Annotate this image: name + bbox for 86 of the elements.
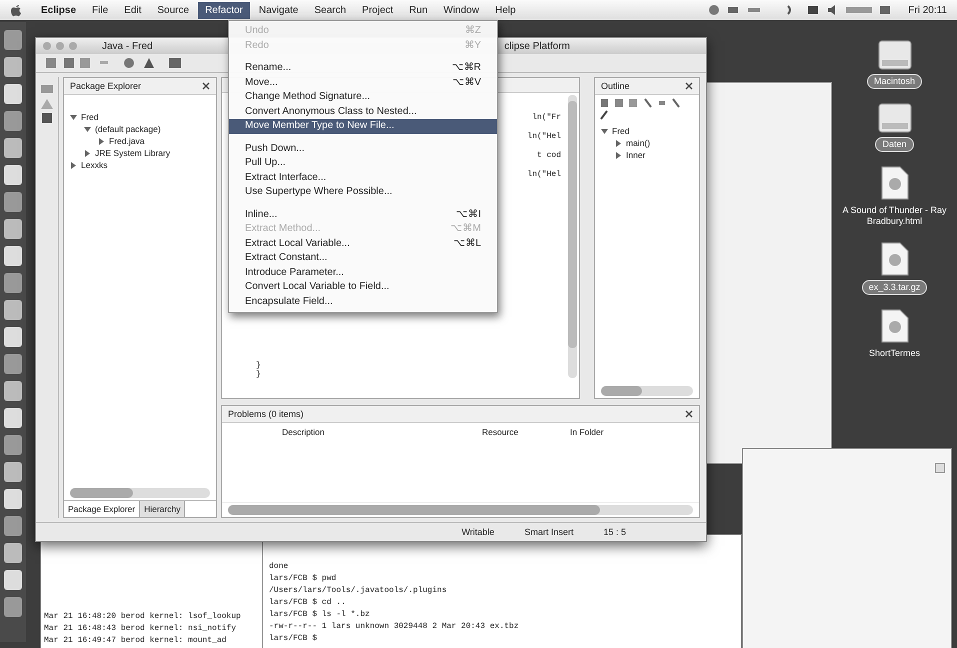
column-header[interactable]: Resource [482, 427, 570, 437]
tree-item[interactable]: Fred.java [109, 136, 144, 146]
code-line: t cod [536, 151, 561, 160]
view-tab[interactable]: Problems (0 items) [228, 409, 304, 419]
menu-item[interactable]: Refactor [198, 2, 250, 18]
column-header[interactable]: In Folder [570, 427, 604, 437]
menu-item[interactable]: Pull Up... [229, 156, 497, 170]
tree-item[interactable]: main() [626, 138, 650, 148]
terminal-line: lars/FCB $ ls -l *.bz [269, 609, 371, 621]
expanded-arrow-icon[interactable] [601, 128, 608, 134]
menu-item[interactable]: Navigate [252, 2, 306, 18]
code-line: ln("Fr [532, 113, 561, 122]
document-icon[interactable] [880, 166, 908, 200]
menu-item[interactable]: Use Supertype Where Possible... [229, 185, 497, 200]
menu-item[interactable]: Move... ⌥⌘V [229, 76, 497, 90]
menu-item[interactable]: Move Member Type to New File... [229, 119, 497, 134]
scrollbar-thumb[interactable] [601, 386, 642, 396]
scrollbar-thumb[interactable] [568, 101, 577, 348]
terminal-line: lars/FCB $ cd .. [269, 597, 347, 609]
view-tab[interactable]: Hierarchy [140, 501, 186, 517]
menu-item[interactable]: Introduce Parameter... [229, 266, 497, 280]
menu-item[interactable]: Extract Constant... [229, 251, 497, 266]
status-text: Smart Insert [524, 527, 574, 537]
log-line: Mar 21 16:49:47 berod kernel: mount_ad [44, 635, 228, 647]
terminal-line: lars/FCB $ pwd [269, 573, 338, 585]
tree-item[interactable]: Inner [626, 150, 646, 160]
menu-item[interactable]: Inline... ⌥⌘I [229, 208, 497, 222]
terminal-line: /Users/lars/Tools/.javatools/.plugins [269, 585, 448, 597]
tree-item[interactable]: JRE System Library [95, 148, 170, 158]
menu-item[interactable]: Search [307, 2, 354, 18]
collapsed-arrow-icon[interactable] [84, 150, 91, 156]
clock[interactable]: Fri 20:11 [900, 4, 951, 16]
menu-item[interactable]: Convert Anonymous Class to Nested... [229, 104, 497, 119]
icon-label[interactable]: Macintosh [866, 74, 922, 89]
status-text: Writable [462, 527, 494, 537]
apple-icon[interactable] [10, 4, 22, 16]
terminal-line: lars/FCB $ [269, 633, 318, 645]
menu-item[interactable]: Source [150, 2, 196, 18]
scrollbar-thumb[interactable] [70, 488, 133, 498]
close-icon[interactable] [685, 410, 693, 418]
expanded-arrow-icon[interactable] [84, 126, 91, 132]
icon-label[interactable]: ex_3.3.tar.gz [862, 280, 928, 295]
menu-item[interactable]: Convert Local Variable to Field... [229, 280, 497, 294]
menu-item[interactable]: Window [436, 2, 486, 18]
menu-item[interactable]: File [85, 2, 116, 18]
close-icon[interactable] [685, 82, 693, 90]
terminal-line: done [269, 561, 290, 573]
column-header[interactable]: Description [282, 427, 482, 437]
expanded-arrow-icon[interactable] [70, 114, 77, 120]
view-tab[interactable]: Outline [601, 81, 630, 91]
icon-label[interactable]: A Sound of Thunder - Ray Bradbury.html [834, 204, 954, 228]
code-line: } [256, 370, 262, 379]
tree-item[interactable]: Fred [81, 112, 98, 122]
terminal-line: -rw-r--r-- 1 lars unknown 3029448 2 Mar 20:43 ex.tbz [269, 621, 520, 633]
menu-item[interactable]: Change Method Signature... [229, 90, 497, 104]
menu-item[interactable]: Push Down... [229, 142, 497, 156]
log-line: Mar 21 16:48:20 berod kernel: lsof_lookup [44, 611, 242, 623]
collapsed-arrow-icon[interactable] [615, 140, 622, 146]
tree-item[interactable]: Lexxks [81, 160, 108, 170]
window-title: Java - Fred [102, 40, 153, 52]
window-title: clipse Platform [504, 40, 570, 52]
code-line: ln("Hel [527, 170, 561, 179]
collapsed-arrow-icon[interactable] [98, 138, 105, 144]
menu-item[interactable]: Help [488, 2, 523, 18]
close-icon[interactable] [202, 82, 210, 90]
log-line: Mar 21 16:48:43 berod kernel: nsi_notify [44, 623, 238, 635]
tree-item[interactable]: Fred [612, 126, 630, 136]
collapsed-arrow-icon[interactable] [70, 162, 77, 168]
document-icon[interactable] [880, 309, 908, 343]
icon-label[interactable]: ShortTermes [862, 347, 926, 360]
code-line: } [256, 361, 262, 370]
menu-item[interactable]: Rename... ⌥⌘R [229, 61, 497, 76]
menu-item[interactable]: Extract Local Variable... ⌥⌘L [229, 236, 497, 251]
icon-label[interactable]: Daten [875, 137, 914, 152]
status-text: 15 : 5 [603, 527, 626, 537]
menu-item[interactable]: Encapsulate Field... [229, 294, 497, 309]
document-icon[interactable] [880, 242, 908, 276]
menu-item[interactable]: Eclipse [34, 2, 84, 18]
tree-item[interactable]: (default package) [95, 124, 161, 134]
menu-item[interactable]: Project [355, 2, 400, 18]
code-line: ln("Hel [527, 132, 561, 141]
menu-item[interactable]: Edit [117, 2, 148, 18]
collapsed-arrow-icon[interactable] [615, 152, 622, 158]
menu-item[interactable]: Extract Interface... [229, 170, 497, 185]
scrollbar-thumb[interactable] [228, 505, 600, 515]
menu-item[interactable]: Run [402, 2, 435, 18]
